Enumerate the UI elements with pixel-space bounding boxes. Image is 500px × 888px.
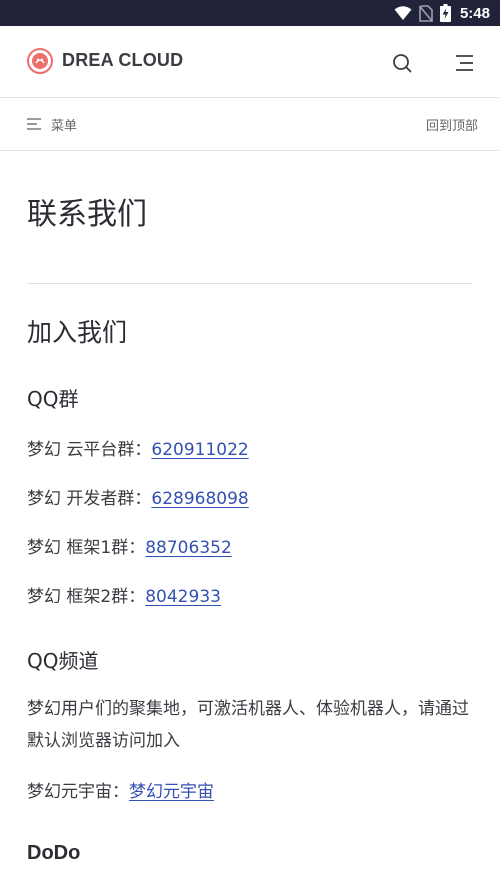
- qq-group-link[interactable]: 8042933: [145, 587, 221, 607]
- qq-channel-description: 梦幻用户们的聚集地，可激活机器人、体验机器人，请通过默认浏览器访问加入: [27, 699, 469, 751]
- qq-group-link[interactable]: 628968098: [151, 489, 248, 509]
- qq-channel-heading: QQ频道: [27, 649, 99, 673]
- search-icon[interactable]: [390, 51, 414, 75]
- qq-group-label: 梦幻 框架1群：: [27, 538, 146, 558]
- status-icons: 5:48: [394, 3, 490, 23]
- status-bar: 5:48: [0, 0, 500, 26]
- qq-group-item: 梦幻 开发者群：628968098: [27, 484, 249, 509]
- qq-group-link[interactable]: 88706352: [145, 538, 232, 558]
- qq-group-label: 梦幻 云平台群：: [27, 440, 152, 460]
- qq-group-link[interactable]: 620911022: [151, 440, 248, 460]
- drea-cloud-logo-icon[interactable]: [27, 48, 53, 74]
- navbar: DREA CLOUD: [0, 26, 500, 98]
- battery-charging-icon: [439, 4, 451, 22]
- menu-label: 菜单: [51, 118, 78, 134]
- local-nav: 菜单 回到顶部: [0, 98, 500, 151]
- qq-channel-item: 梦幻元宇宙：梦幻元宇宙: [27, 777, 214, 802]
- back-to-top-link[interactable]: 回到顶部: [426, 115, 478, 134]
- section-title: 加入我们: [27, 318, 128, 347]
- qq-channel-label: 梦幻元宇宙：: [27, 782, 129, 802]
- qq-group-item: 梦幻 云平台群：620911022: [27, 435, 249, 460]
- site-name[interactable]: DREA CLOUD: [62, 50, 183, 71]
- sidebar-menu-button[interactable]: 菜单: [27, 114, 77, 134]
- qq-group-item: 梦幻 框架2群：8042933: [27, 582, 221, 607]
- wifi-icon: [394, 6, 412, 20]
- qq-channel-link[interactable]: 梦幻元宇宙: [129, 782, 214, 802]
- qq-group-label: 梦幻 框架2群：: [27, 587, 146, 607]
- menu-lines-icon: [27, 118, 41, 130]
- dodo-heading: DoDo: [27, 842, 81, 864]
- status-time: 5:48: [459, 4, 490, 22]
- qq-group-heading: QQ群: [27, 387, 79, 411]
- hamburger-menu-icon[interactable]: [452, 51, 476, 75]
- qq-group-item: 梦幻 框架1群：88706352: [27, 533, 232, 558]
- qq-group-label: 梦幻 开发者群：: [27, 489, 152, 509]
- no-sim-icon: [418, 4, 433, 22]
- page-title: 联系我们: [27, 197, 147, 232]
- title-divider: [27, 283, 473, 284]
